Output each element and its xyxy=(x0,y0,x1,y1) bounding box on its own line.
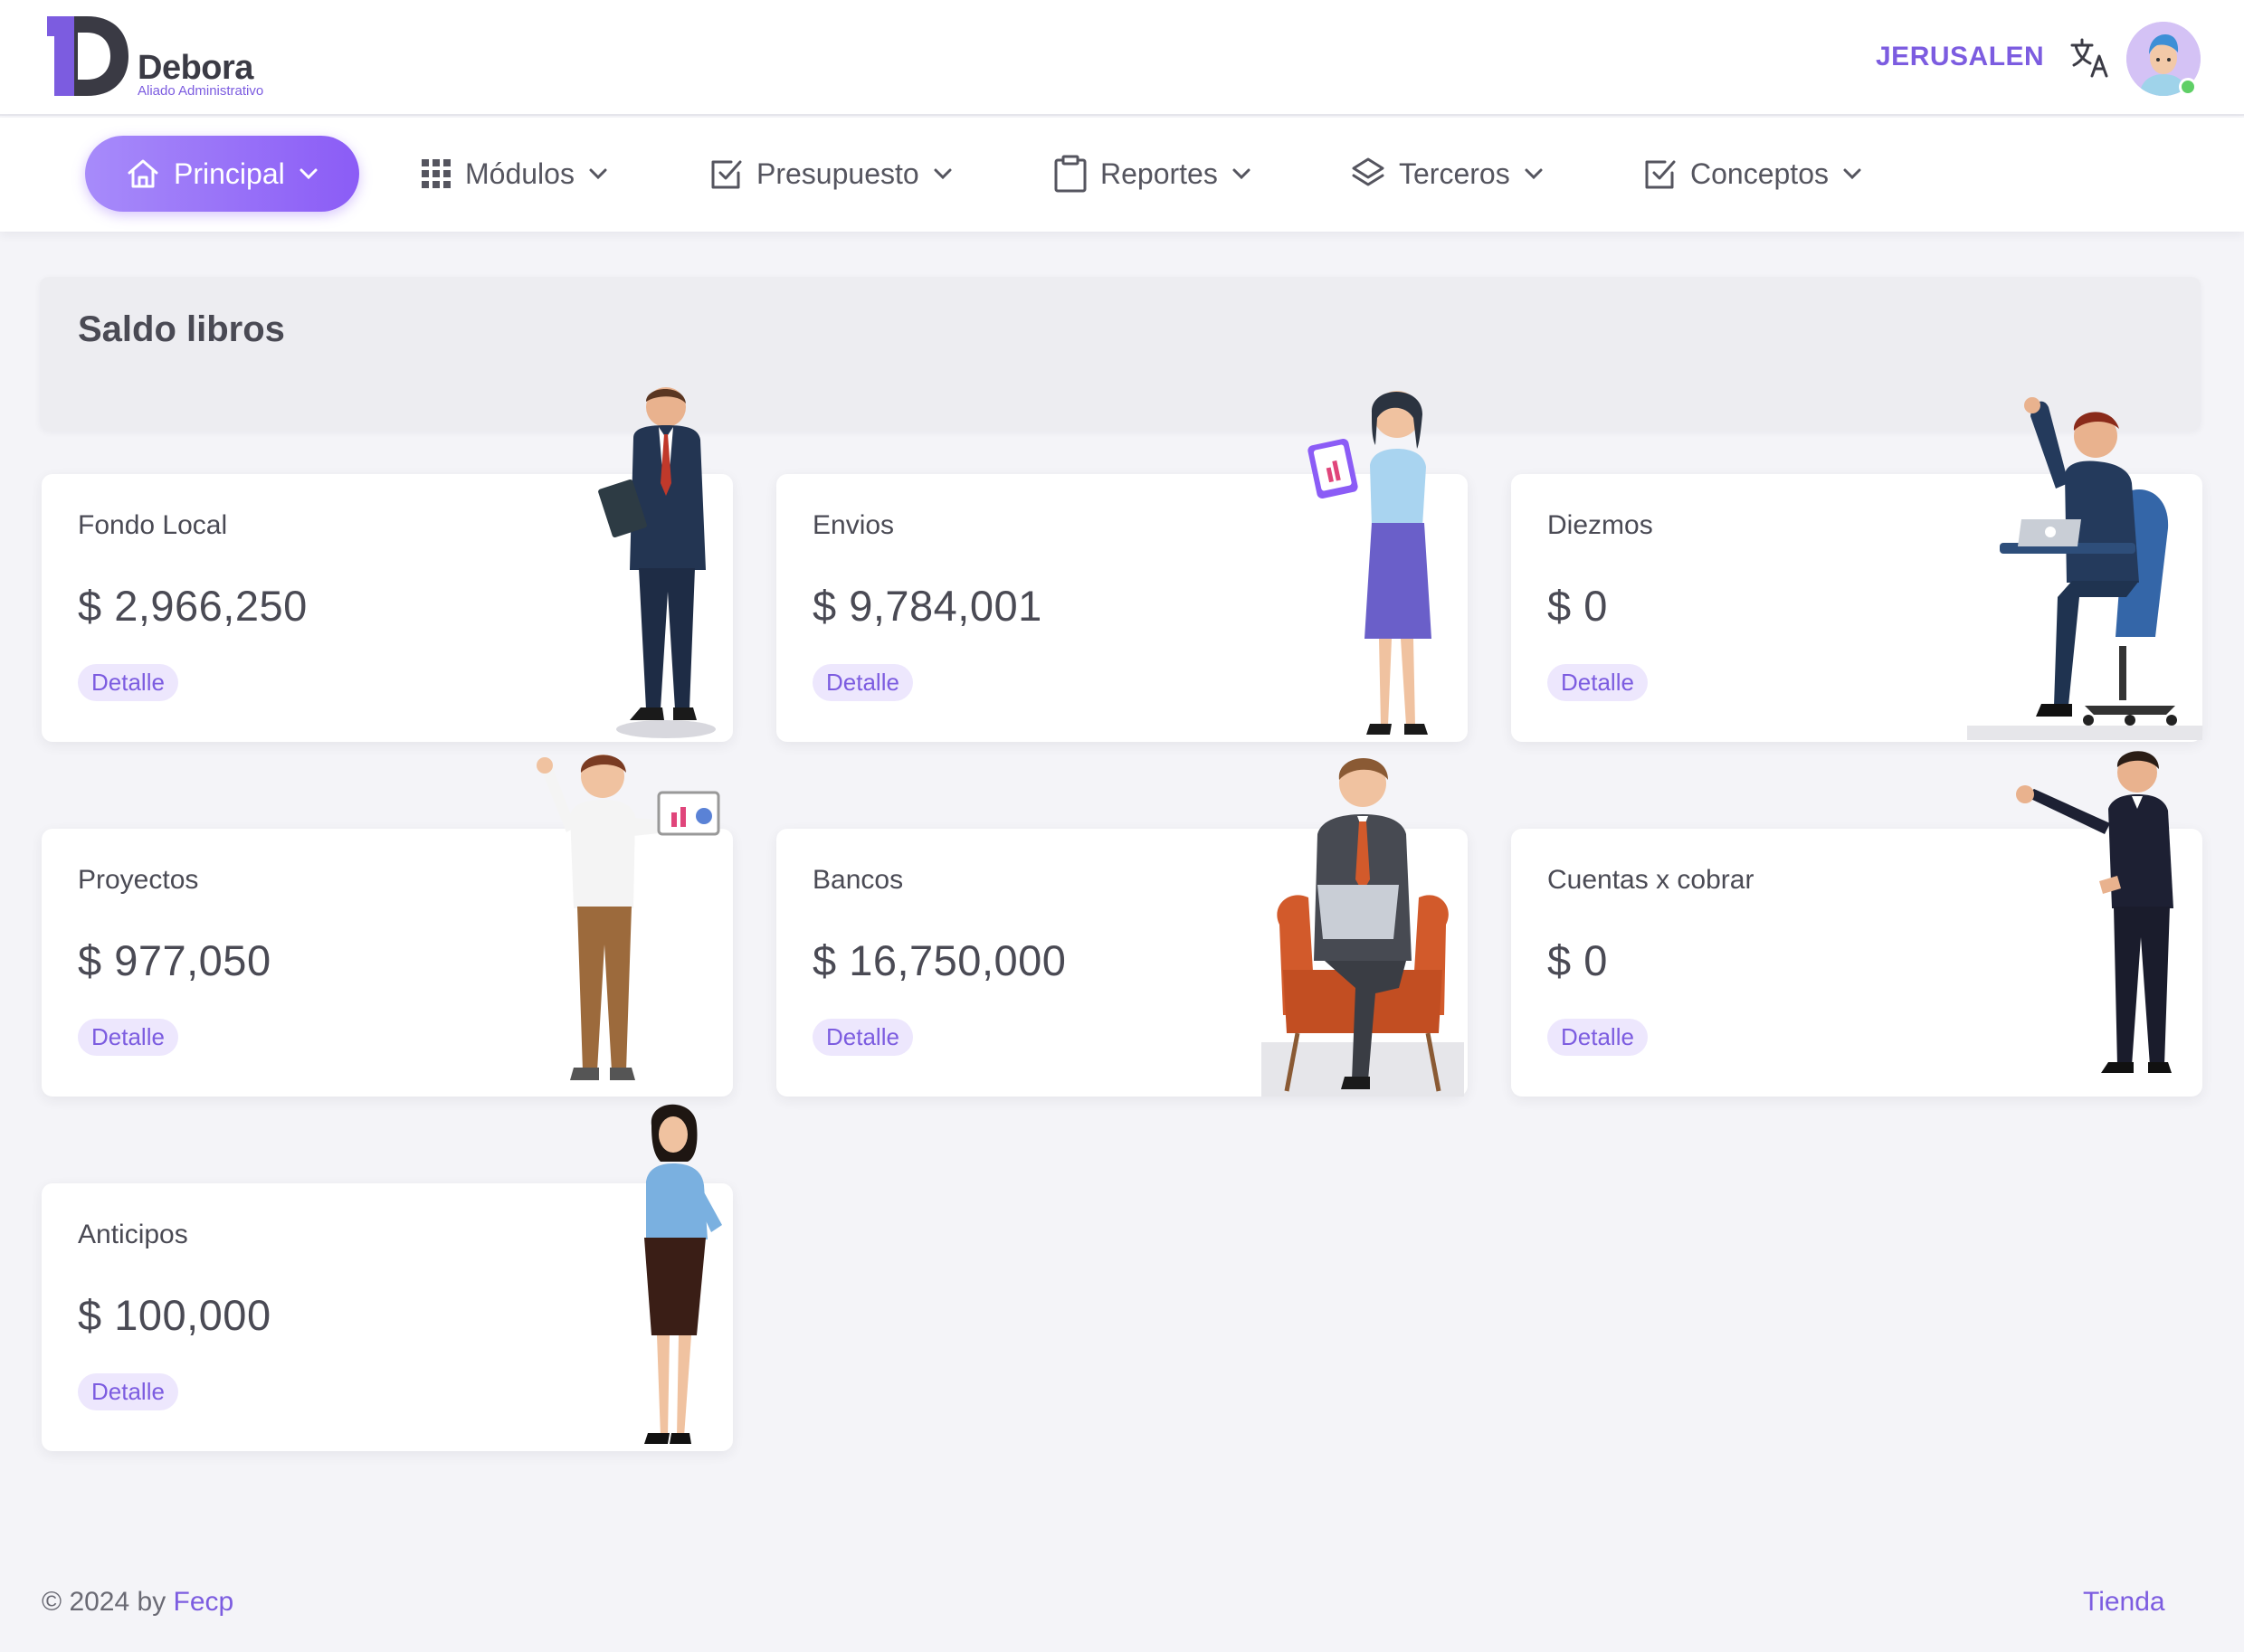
nav-label-terceros: Terceros xyxy=(1399,157,1510,190)
card-title: Fondo Local xyxy=(78,510,228,540)
card-title: Diezmos xyxy=(1547,510,1653,540)
footer-author-link[interactable]: Fecp xyxy=(174,1587,234,1617)
balance-card-cuentas-x-cobrar: Cuentas x cobrar $ 0 Detalle xyxy=(1511,751,2202,1097)
detail-button[interactable]: Detalle xyxy=(1547,664,1648,701)
copyright-text: © 2024 by xyxy=(42,1587,174,1617)
balance-card-proyectos: Proyectos $ 977,050 Detalle xyxy=(42,755,733,1097)
nav-item-modulos[interactable]: Módulos xyxy=(420,136,609,212)
nav-item-reportes[interactable]: Reportes xyxy=(1053,136,1252,212)
card-value: $ 2,966,250 xyxy=(78,582,308,630)
balance-card-diezmos: Diezmos $ 0 Detalle xyxy=(1511,397,2202,742)
footer-copyright: © 2024 by Fecp xyxy=(42,1587,233,1618)
chevron-down-icon xyxy=(589,168,607,180)
section-title: Saldo libros xyxy=(78,309,285,349)
organization-name[interactable]: JERUSALEN xyxy=(1876,42,2044,72)
chevron-down-icon xyxy=(1232,168,1250,180)
man-presenting-illustration xyxy=(537,755,720,1080)
card-value: $ 0 xyxy=(1547,936,1608,984)
footer-store-link[interactable]: Tienda xyxy=(2083,1587,2165,1618)
checkbox-icon xyxy=(1645,160,1676,189)
nav-label-principal: Principal xyxy=(174,157,285,190)
section-header: Saldo libros xyxy=(40,277,2201,431)
businesswoman-illustration xyxy=(644,1104,722,1444)
brand-logo[interactable]: Debora Aliado Administrativo xyxy=(47,14,264,101)
chevron-down-icon xyxy=(300,168,318,180)
main-navigation: Principal Módulos Presupuesto Reportes T… xyxy=(0,118,2244,232)
card-title: Bancos xyxy=(813,865,904,895)
chevron-down-icon xyxy=(1525,168,1543,180)
man-at-desk-illustration xyxy=(1967,397,2202,740)
nav-item-conceptos[interactable]: Conceptos xyxy=(1643,136,1863,212)
online-status-dot xyxy=(2179,78,2197,96)
card-value: $ 977,050 xyxy=(78,936,271,984)
card-title: Proyectos xyxy=(78,865,199,895)
detail-button[interactable]: Detalle xyxy=(78,664,178,701)
detail-button[interactable]: Detalle xyxy=(813,664,913,701)
card-value: $ 100,000 xyxy=(78,1291,271,1339)
nav-item-principal[interactable]: Principal xyxy=(85,136,359,212)
detail-button[interactable]: Detalle xyxy=(78,1373,178,1410)
chevron-down-icon xyxy=(1843,168,1861,180)
layers-icon xyxy=(1352,157,1384,186)
nav-label-presupuesto: Presupuesto xyxy=(756,157,919,190)
businessman-illustration xyxy=(598,387,716,738)
home-icon xyxy=(128,159,158,188)
grid-icon xyxy=(422,159,451,188)
balance-card-bancos: Bancos $ 16,750,000 Detalle xyxy=(776,757,1468,1097)
card-title: Cuentas x cobrar xyxy=(1547,865,1754,895)
card-title: Anticipos xyxy=(78,1220,188,1249)
card-value: $ 0 xyxy=(1547,582,1608,630)
brand-tagline: Aliado Administrativo xyxy=(138,83,264,99)
nav-item-presupuesto[interactable]: Presupuesto xyxy=(709,136,954,212)
balance-card-fondo-local: Fondo Local $ 2,966,250 Detalle xyxy=(42,387,733,742)
card-value: $ 16,750,000 xyxy=(813,936,1067,984)
logo-mark-icon xyxy=(47,16,128,96)
man-in-armchair-illustration xyxy=(1261,757,1464,1097)
checkbox-icon xyxy=(711,160,742,189)
man-gesturing-illustration xyxy=(2016,751,2173,1073)
clipboard-icon xyxy=(1054,155,1087,193)
balance-card-anticipos: Anticipos $ 100,000 Detalle xyxy=(42,1104,733,1451)
nav-item-terceros[interactable]: Terceros xyxy=(1350,136,1545,212)
balance-card-envios: Envios $ 9,784,001 Detalle xyxy=(776,391,1468,742)
nav-label-conceptos: Conceptos xyxy=(1690,157,1829,190)
detail-button[interactable]: Detalle xyxy=(1547,1019,1648,1056)
brand-name: Debora xyxy=(138,49,253,87)
card-value: $ 9,784,001 xyxy=(813,582,1042,630)
chevron-down-icon xyxy=(934,168,952,180)
nav-label-modulos: Módulos xyxy=(465,157,575,190)
detail-button[interactable]: Detalle xyxy=(813,1019,913,1056)
top-header: Debora Aliado Administrativo JERUSALEN xyxy=(0,0,2244,116)
businesswoman-tablet-illustration xyxy=(1307,391,1431,735)
card-title: Envios xyxy=(813,510,895,540)
detail-button[interactable]: Detalle xyxy=(78,1019,178,1056)
translate-icon[interactable] xyxy=(2068,36,2112,80)
nav-label-reportes: Reportes xyxy=(1100,157,1218,190)
